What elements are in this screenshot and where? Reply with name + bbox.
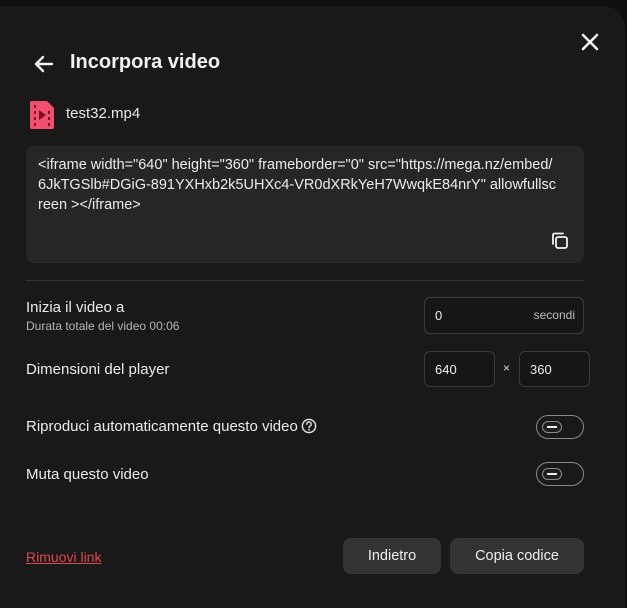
embed-video-dialog: Incorpora video test32.mp4 <iframe width…: [0, 6, 625, 608]
embed-code-box[interactable]: <iframe width="640" height="360" framebo…: [26, 146, 584, 263]
file-name: test32.mp4: [66, 105, 141, 122]
mute-label: Muta questo video: [26, 466, 149, 483]
remove-link[interactable]: Rimuovi link: [26, 549, 101, 565]
back-button[interactable]: Indietro: [343, 538, 441, 574]
player-size-label: Dimensioni del player: [26, 361, 170, 378]
seconds-unit: secondi: [533, 308, 575, 322]
player-width-input[interactable]: 640: [424, 351, 495, 387]
start-time-label: Inizia il video a: [26, 299, 125, 316]
copy-icon: [552, 232, 568, 249]
toggle-knob: [542, 421, 562, 433]
video-duration-label: Durata totale del video 00:06: [26, 319, 180, 333]
close-icon: [581, 33, 599, 51]
size-separator: ×: [503, 361, 511, 375]
player-height-value: 360: [530, 362, 552, 377]
close-button[interactable]: [577, 29, 603, 55]
start-time-value: 0: [435, 308, 443, 323]
copy-code-button[interactable]: Copia codice: [450, 538, 584, 574]
toggle-knob: [542, 468, 562, 480]
back-arrow-button[interactable]: [32, 52, 56, 76]
dialog-title: Incorpora video: [70, 51, 221, 73]
mute-toggle[interactable]: [536, 462, 584, 486]
divider: [26, 280, 584, 281]
arrow-left-icon: [34, 55, 54, 73]
start-time-input[interactable]: 0 secondi: [424, 297, 584, 334]
autoplay-toggle[interactable]: [536, 415, 584, 439]
player-height-input[interactable]: 360: [519, 351, 590, 387]
player-width-value: 640: [435, 362, 457, 377]
autoplay-label: Riproduci automaticamente questo video: [26, 418, 298, 435]
help-circle-icon[interactable]: [301, 418, 317, 434]
copy-code-icon-button[interactable]: [549, 230, 571, 252]
video-file-icon: [30, 101, 54, 129]
embed-code-text[interactable]: <iframe width="640" height="360" framebo…: [38, 155, 558, 215]
